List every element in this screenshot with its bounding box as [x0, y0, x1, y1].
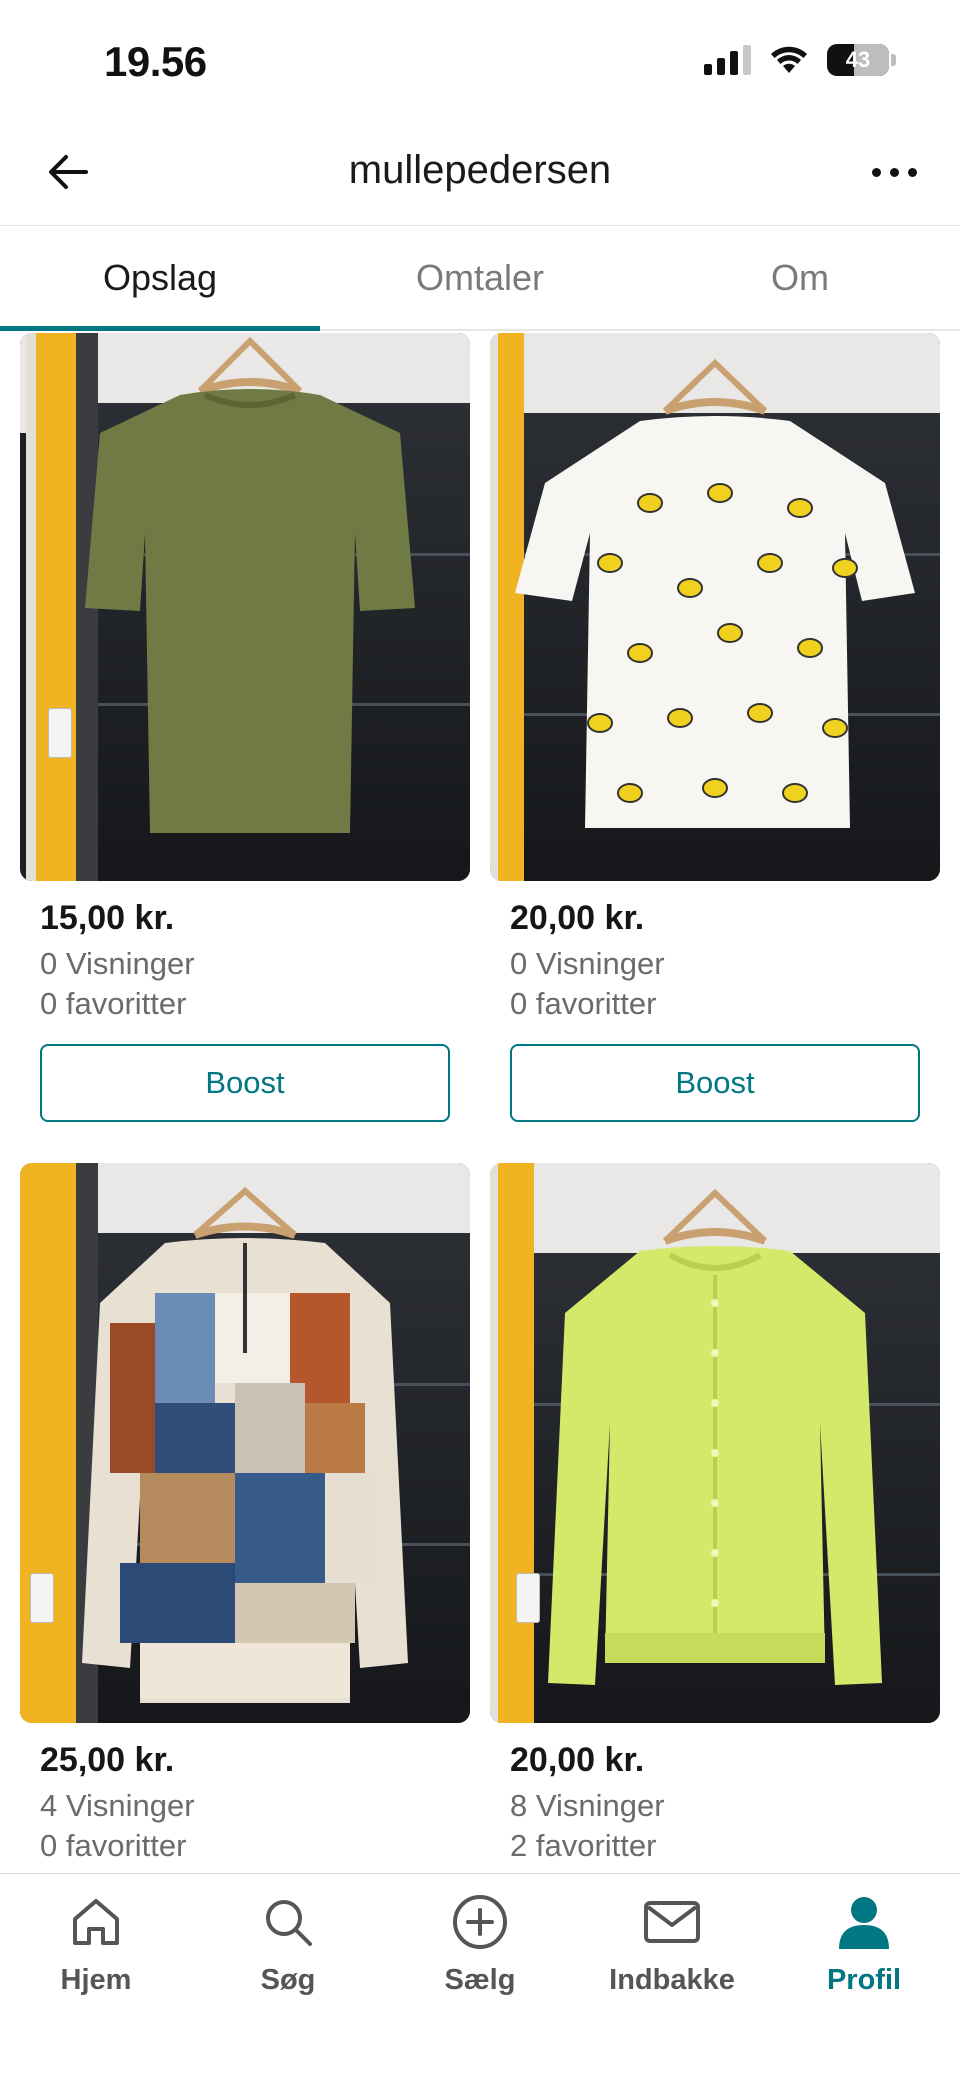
- nav-item-saelg[interactable]: Sælg: [384, 1874, 576, 2078]
- more-dots-icon: [871, 167, 881, 177]
- profile-icon: [834, 1892, 894, 1952]
- listing-favorites: 0 favoritter: [40, 1828, 187, 1863]
- listing-views: 0 Visninger: [510, 946, 665, 981]
- garment-illustration: [548, 1188, 882, 1685]
- nav-label: Hjem: [60, 1964, 132, 1996]
- mail-icon: [642, 1892, 702, 1952]
- listing-price: 20,00 kr.: [510, 899, 645, 937]
- listing-favorites: 0 favoritter: [40, 986, 187, 1021]
- nav-label: Profil: [826, 1964, 902, 1996]
- listing-views: 4 Visninger: [40, 1788, 195, 1823]
- more-options-button[interactable]: [862, 144, 926, 200]
- tab-omtaler[interactable]: Omtaler: [320, 227, 640, 329]
- listing-card[interactable]: 20,00 kr. 8 Visninger 2 favoritter: [490, 1163, 940, 1864]
- listing-card[interactable]: 15,00 kr. 0 Visninger 0 favoritter Boost: [20, 333, 470, 1122]
- page-title: mullepedersen: [348, 148, 612, 192]
- tab-om[interactable]: Om: [640, 227, 960, 329]
- boost-button[interactable]: Boost: [510, 1044, 920, 1122]
- listing-views: 0 Visninger: [40, 946, 195, 981]
- nav-item-profil[interactable]: Profil: [768, 1874, 960, 2078]
- wifi-icon: [771, 46, 807, 73]
- battery-percent: 43: [845, 47, 871, 72]
- status-bar: 19.56 43: [0, 0, 960, 130]
- bottom-navigation: Hjem Søg Sælg Indbakke Profil: [0, 1873, 960, 2078]
- search-icon: [258, 1892, 318, 1952]
- listings-grid: 15,00 kr. 0 Visninger 0 favoritter Boost: [0, 333, 960, 1873]
- listing-photo[interactable]: [20, 333, 470, 881]
- profile-tabs: Opslag Omtaler Om: [0, 227, 960, 331]
- status-icons: 43: [704, 44, 896, 76]
- listing-price: 20,00 kr.: [510, 1741, 645, 1779]
- battery-icon: 43: [827, 44, 896, 76]
- listing-price: 25,00 kr.: [40, 1741, 175, 1779]
- listing-favorites: 2 favoritter: [510, 1828, 657, 1863]
- cellular-signal-icon: [704, 45, 751, 75]
- status-time: 19.56: [104, 38, 207, 85]
- listing-photo[interactable]: [490, 1163, 940, 1723]
- plus-circle-icon: [450, 1892, 510, 1952]
- listing-photo[interactable]: [490, 333, 940, 881]
- nav-label: Sælg: [444, 1964, 516, 1996]
- nav-label: Søg: [260, 1964, 316, 1996]
- home-icon: [66, 1892, 126, 1952]
- garment-illustration: [515, 358, 915, 828]
- nav-item-sog[interactable]: Søg: [192, 1874, 384, 2078]
- garment-illustration: [82, 1187, 408, 1703]
- listing-card[interactable]: 20,00 kr. 0 Visninger 0 favoritter Boost: [490, 333, 940, 1122]
- nav-item-indbakke[interactable]: Indbakke: [576, 1874, 768, 2078]
- listing-photo[interactable]: [20, 1163, 470, 1723]
- listing-card[interactable]: 25,00 kr. 4 Visninger 0 favoritter: [20, 1163, 470, 1864]
- garment-illustration: [85, 336, 415, 833]
- boost-button[interactable]: Boost: [40, 1044, 450, 1122]
- listing-favorites: 0 favoritter: [510, 986, 657, 1021]
- listing-price: 15,00 kr.: [40, 899, 175, 937]
- header: mullepedersen: [0, 120, 960, 226]
- tab-opslag[interactable]: Opslag: [0, 227, 320, 331]
- nav-item-hjem[interactable]: Hjem: [0, 1874, 192, 2078]
- listing-views: 8 Visninger: [510, 1788, 665, 1823]
- nav-label: Indbakke: [609, 1964, 735, 1996]
